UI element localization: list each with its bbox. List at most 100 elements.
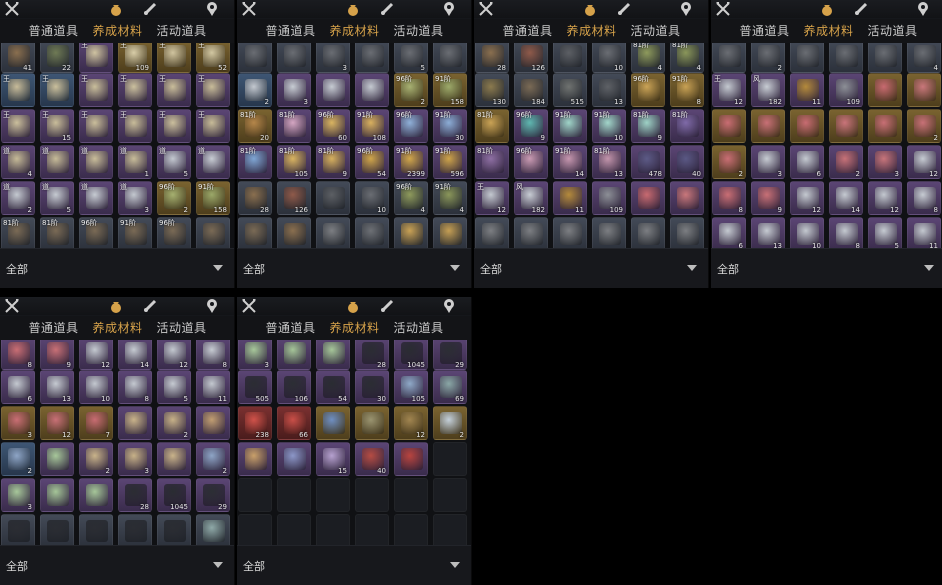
- item-slot[interactable]: 王: [1, 109, 35, 143]
- item-slot[interactable]: 9: [751, 181, 785, 215]
- filter-dropdown[interactable]: 全部: [0, 545, 234, 585]
- item-slot[interactable]: [277, 442, 311, 476]
- item-slot[interactable]: [40, 478, 74, 512]
- item-slot[interactable]: 风 182: [751, 73, 785, 107]
- item-slot[interactable]: [670, 181, 704, 215]
- location-pin-icon[interactable]: [204, 298, 220, 314]
- item-slot[interactable]: 1045: [157, 478, 191, 512]
- item-slot[interactable]: 28: [355, 340, 389, 370]
- item-slot[interactable]: 14: [829, 181, 863, 215]
- empty-slot[interactable]: [355, 514, 389, 545]
- item-slot[interactable]: [829, 109, 863, 143]
- item-slot[interactable]: 2: [238, 73, 272, 107]
- item-slot[interactable]: 12: [907, 145, 941, 179]
- item-slot[interactable]: [316, 217, 350, 248]
- item-slot[interactable]: 81阶 4: [631, 43, 665, 73]
- item-slot[interactable]: 6: [790, 145, 824, 179]
- item-slot[interactable]: [829, 43, 863, 73]
- item-slot[interactable]: 96阶 4: [394, 181, 428, 215]
- item-slot[interactable]: 王 12: [712, 73, 746, 107]
- tab-0[interactable]: 普通道具: [265, 19, 315, 43]
- item-slot[interactable]: 91阶 2399: [394, 145, 428, 179]
- item-slot[interactable]: 96阶: [79, 217, 113, 248]
- item-slot[interactable]: 28: [475, 43, 509, 73]
- item-slot[interactable]: 54: [316, 370, 350, 404]
- item-slot[interactable]: 28: [238, 181, 272, 215]
- item-slot[interactable]: 道: [196, 145, 230, 179]
- scroll-icon[interactable]: [853, 1, 869, 17]
- item-slot[interactable]: 2: [751, 43, 785, 73]
- item-slot[interactable]: 8: [118, 370, 152, 404]
- item-slot[interactable]: [712, 43, 746, 73]
- item-slot[interactable]: 91阶: [553, 109, 587, 143]
- item-slot[interactable]: [355, 406, 389, 440]
- item-slot[interactable]: 81阶: [670, 109, 704, 143]
- scroll-icon[interactable]: [142, 298, 158, 314]
- tab-2[interactable]: 活动道具: [631, 19, 681, 43]
- money-bag-icon[interactable]: [108, 1, 124, 17]
- item-slot[interactable]: 3: [316, 43, 350, 73]
- empty-slot[interactable]: [433, 478, 467, 512]
- item-slot[interactable]: 王: [157, 109, 191, 143]
- item-slot[interactable]: 1045: [394, 340, 428, 370]
- filter-dropdown[interactable]: 全部: [237, 545, 471, 585]
- item-slot[interactable]: 12: [868, 181, 902, 215]
- item-slot[interactable]: 12: [790, 181, 824, 215]
- item-slot[interactable]: 8: [1, 340, 35, 370]
- item-slot[interactable]: [277, 340, 311, 370]
- item-slot[interactable]: 96阶: [157, 217, 191, 248]
- location-pin-icon[interactable]: [441, 298, 457, 314]
- item-slot[interactable]: 9: [40, 340, 74, 370]
- item-slot[interactable]: [118, 514, 152, 545]
- tab-1[interactable]: 养成材料: [329, 19, 379, 43]
- scroll-icon[interactable]: [379, 298, 395, 314]
- money-bag-icon[interactable]: [108, 298, 124, 314]
- item-slot[interactable]: 41: [1, 43, 35, 73]
- item-slot[interactable]: [631, 181, 665, 215]
- item-slot[interactable]: 王: [196, 73, 230, 107]
- item-slot[interactable]: 道2: [1, 181, 35, 215]
- item-slot[interactable]: 王: [157, 73, 191, 107]
- item-slot[interactable]: 81阶 9: [316, 145, 350, 179]
- item-slot[interactable]: 91阶 158: [196, 181, 230, 215]
- item-slot[interactable]: 238: [238, 406, 272, 440]
- item-slot[interactable]: 6: [1, 370, 35, 404]
- item-slot[interactable]: 5: [157, 370, 191, 404]
- item-slot[interactable]: [238, 43, 272, 73]
- item-slot[interactable]: [751, 109, 785, 143]
- item-slot[interactable]: 2: [712, 145, 746, 179]
- item-slot[interactable]: 王 15: [40, 109, 74, 143]
- item-slot[interactable]: [355, 217, 389, 248]
- item-slot[interactable]: 81阶 9: [631, 109, 665, 143]
- location-pin-icon[interactable]: [915, 1, 931, 17]
- money-bag-icon[interactable]: [582, 1, 598, 17]
- tab-1[interactable]: 养成材料: [566, 19, 616, 43]
- empty-slot[interactable]: [433, 514, 467, 545]
- empty-slot[interactable]: [355, 478, 389, 512]
- item-slot[interactable]: 5: [868, 217, 902, 248]
- chevron-down-icon[interactable]: [450, 265, 460, 271]
- item-slot[interactable]: 12: [40, 406, 74, 440]
- item-slot[interactable]: 130: [475, 73, 509, 107]
- item-slot[interactable]: 515: [553, 73, 587, 107]
- item-slot[interactable]: [670, 217, 704, 248]
- item-slot[interactable]: [40, 514, 74, 545]
- item-slot[interactable]: 14: [118, 340, 152, 370]
- item-slot[interactable]: [394, 442, 428, 476]
- empty-slot[interactable]: [394, 478, 428, 512]
- tab-1[interactable]: 养成材料: [92, 19, 142, 43]
- item-slot[interactable]: 4: [907, 43, 941, 73]
- item-slot[interactable]: 11: [790, 73, 824, 107]
- crossed-tools-icon[interactable]: [478, 1, 494, 17]
- tab-1[interactable]: 养成材料: [329, 316, 379, 340]
- crossed-tools-icon[interactable]: [4, 1, 20, 17]
- crossed-tools-icon[interactable]: [4, 298, 20, 314]
- item-slot[interactable]: 126: [277, 181, 311, 215]
- item-slot[interactable]: 道4: [1, 145, 35, 179]
- tab-0[interactable]: 普通道具: [28, 316, 78, 340]
- item-slot[interactable]: 8: [907, 181, 941, 215]
- item-slot[interactable]: [277, 217, 311, 248]
- item-slot[interactable]: 91阶 158: [433, 73, 467, 107]
- item-slot[interactable]: [157, 514, 191, 545]
- item-slot[interactable]: 3: [277, 73, 311, 107]
